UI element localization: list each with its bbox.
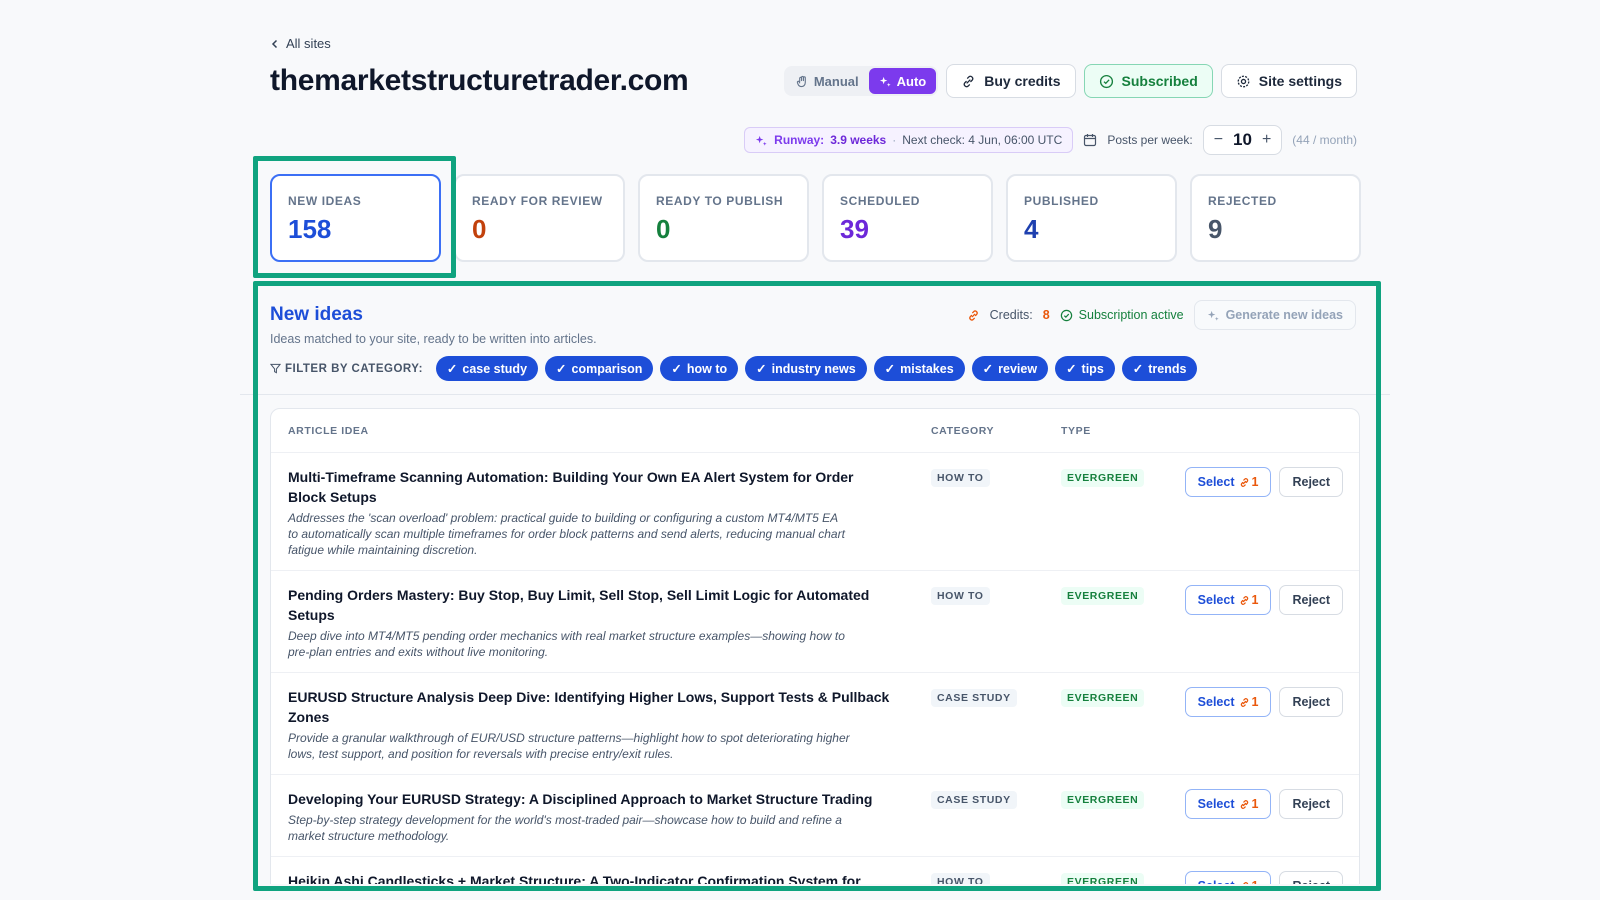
runway-label: Runway: (774, 133, 825, 147)
posts-per-week-stepper[interactable]: − 10 + (1202, 125, 1283, 155)
highlight-frame-section (253, 281, 1381, 891)
buy-credits-button[interactable]: Buy credits (946, 64, 1076, 98)
stat-value: 4 (1024, 214, 1039, 244)
buy-credits-label: Buy credits (984, 73, 1061, 89)
link-icon (961, 74, 976, 89)
mode-toggle: Manual Auto (783, 66, 939, 96)
mode-manual-label: Manual (813, 73, 859, 89)
subscribed-label: Subscribed (1121, 73, 1198, 89)
stat-published[interactable]: PUBLISHED 4 (1006, 174, 1177, 262)
stat-value: 39 (840, 214, 869, 244)
stat-label: PUBLISHED (1024, 194, 1099, 208)
mode-manual-button[interactable]: Manual (786, 68, 869, 94)
plus-icon[interactable]: + (1262, 131, 1271, 149)
gear-icon (1236, 74, 1251, 89)
stat-label: SCHEDULED (840, 194, 921, 208)
posts-per-month: (44 / month) (1292, 133, 1357, 147)
minus-icon[interactable]: − (1214, 131, 1223, 149)
stat-scheduled[interactable]: SCHEDULED 39 (822, 174, 993, 262)
page: All sites themarketstructuretrader.com M… (0, 0, 1600, 900)
stat-label: REJECTED (1208, 194, 1277, 208)
sparkles-icon (755, 134, 768, 147)
breadcrumb-label: All sites (286, 36, 331, 51)
subscribed-button[interactable]: Subscribed (1083, 64, 1213, 98)
chevron-left-icon (270, 39, 280, 49)
header-actions: Manual Auto Buy credits Subscribed Site … (783, 64, 1357, 98)
stat-value: 0 (472, 214, 487, 244)
highlight-frame-stat (253, 156, 456, 278)
stat-label: READY TO PUBLISH (656, 194, 784, 208)
calendar-icon (1083, 133, 1097, 147)
stat-ready-to-publish[interactable]: READY TO PUBLISH 0 (638, 174, 809, 262)
stat-ready-for-review[interactable]: READY FOR REVIEW 0 (454, 174, 625, 262)
page-title: themarketstructuretrader.com (270, 64, 689, 97)
site-settings-button[interactable]: Site settings (1220, 64, 1357, 98)
runway-separator: · (892, 133, 897, 147)
posts-per-week-label: Posts per week: (1107, 133, 1193, 147)
runway-row: Runway: 3.9 weeks · Next check: 4 Jun, 0… (744, 125, 1357, 155)
mode-auto-label: Auto (896, 73, 927, 89)
mode-auto-button[interactable]: Auto (868, 68, 937, 94)
check-circle-icon (1099, 74, 1114, 89)
next-check: Next check: 4 Jun, 06:00 UTC (902, 133, 1063, 147)
hand-icon (796, 75, 809, 88)
breadcrumb[interactable]: All sites (270, 36, 331, 51)
stat-value: 0 (656, 214, 671, 244)
site-settings-label: Site settings (1258, 73, 1342, 89)
stat-value: 9 (1208, 214, 1223, 244)
runway-pill: Runway: 3.9 weeks · Next check: 4 Jun, 0… (744, 127, 1074, 153)
runway-value: 3.9 weeks (830, 133, 887, 147)
stat-rejected[interactable]: REJECTED 9 (1190, 174, 1361, 262)
stat-label: READY FOR REVIEW (472, 194, 603, 208)
sparkles-icon (879, 75, 892, 88)
posts-per-week-value: 10 (1233, 130, 1252, 149)
